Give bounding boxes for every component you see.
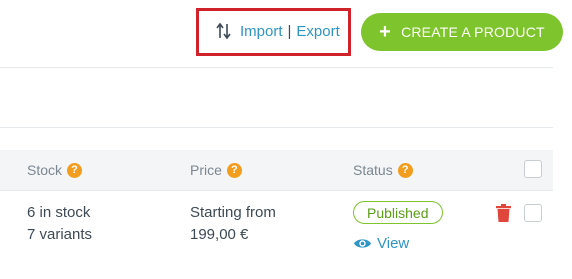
view-label: View <box>377 234 410 252</box>
table-header: Stock ? Price ? Status ? <box>0 150 553 191</box>
eye-icon <box>354 238 371 248</box>
variant-count: 7 variants <box>27 226 93 243</box>
column-header-label: Price <box>190 162 222 178</box>
row-select-checkbox[interactable] <box>524 204 542 222</box>
stock-cell: 6 in stock 7 variants <box>27 202 92 246</box>
create-product-label: CREATE A PRODUCT <box>401 24 545 40</box>
plus-icon: + <box>379 21 392 43</box>
create-product-button[interactable]: + CREATE A PRODUCT <box>361 13 563 51</box>
stock-count: 6 in stock <box>27 204 91 221</box>
products-page: Import | Export + CREATE A PRODUCT Stock… <box>0 0 572 279</box>
price-cell: Starting from 199,00 € <box>190 202 276 246</box>
filter-band <box>0 68 553 128</box>
column-header-label: Stock <box>27 162 63 178</box>
column-header-stock: Stock ? <box>27 162 83 178</box>
column-header-status: Status ? <box>353 162 413 178</box>
help-icon[interactable]: ? <box>226 162 242 178</box>
help-icon[interactable]: ? <box>67 162 83 178</box>
column-header-label: Status <box>353 162 393 178</box>
price-value: 199,00 € <box>190 226 249 243</box>
status-badge: Published <box>353 201 443 224</box>
price-prefix: Starting from <box>190 204 276 221</box>
trash-icon[interactable] <box>496 204 511 222</box>
help-icon[interactable]: ? <box>397 162 413 178</box>
column-header-price: Price ? <box>190 162 242 178</box>
view-link[interactable]: View <box>353 233 409 253</box>
highlight-annotation-box <box>196 8 351 56</box>
select-all-checkbox[interactable] <box>524 160 542 178</box>
